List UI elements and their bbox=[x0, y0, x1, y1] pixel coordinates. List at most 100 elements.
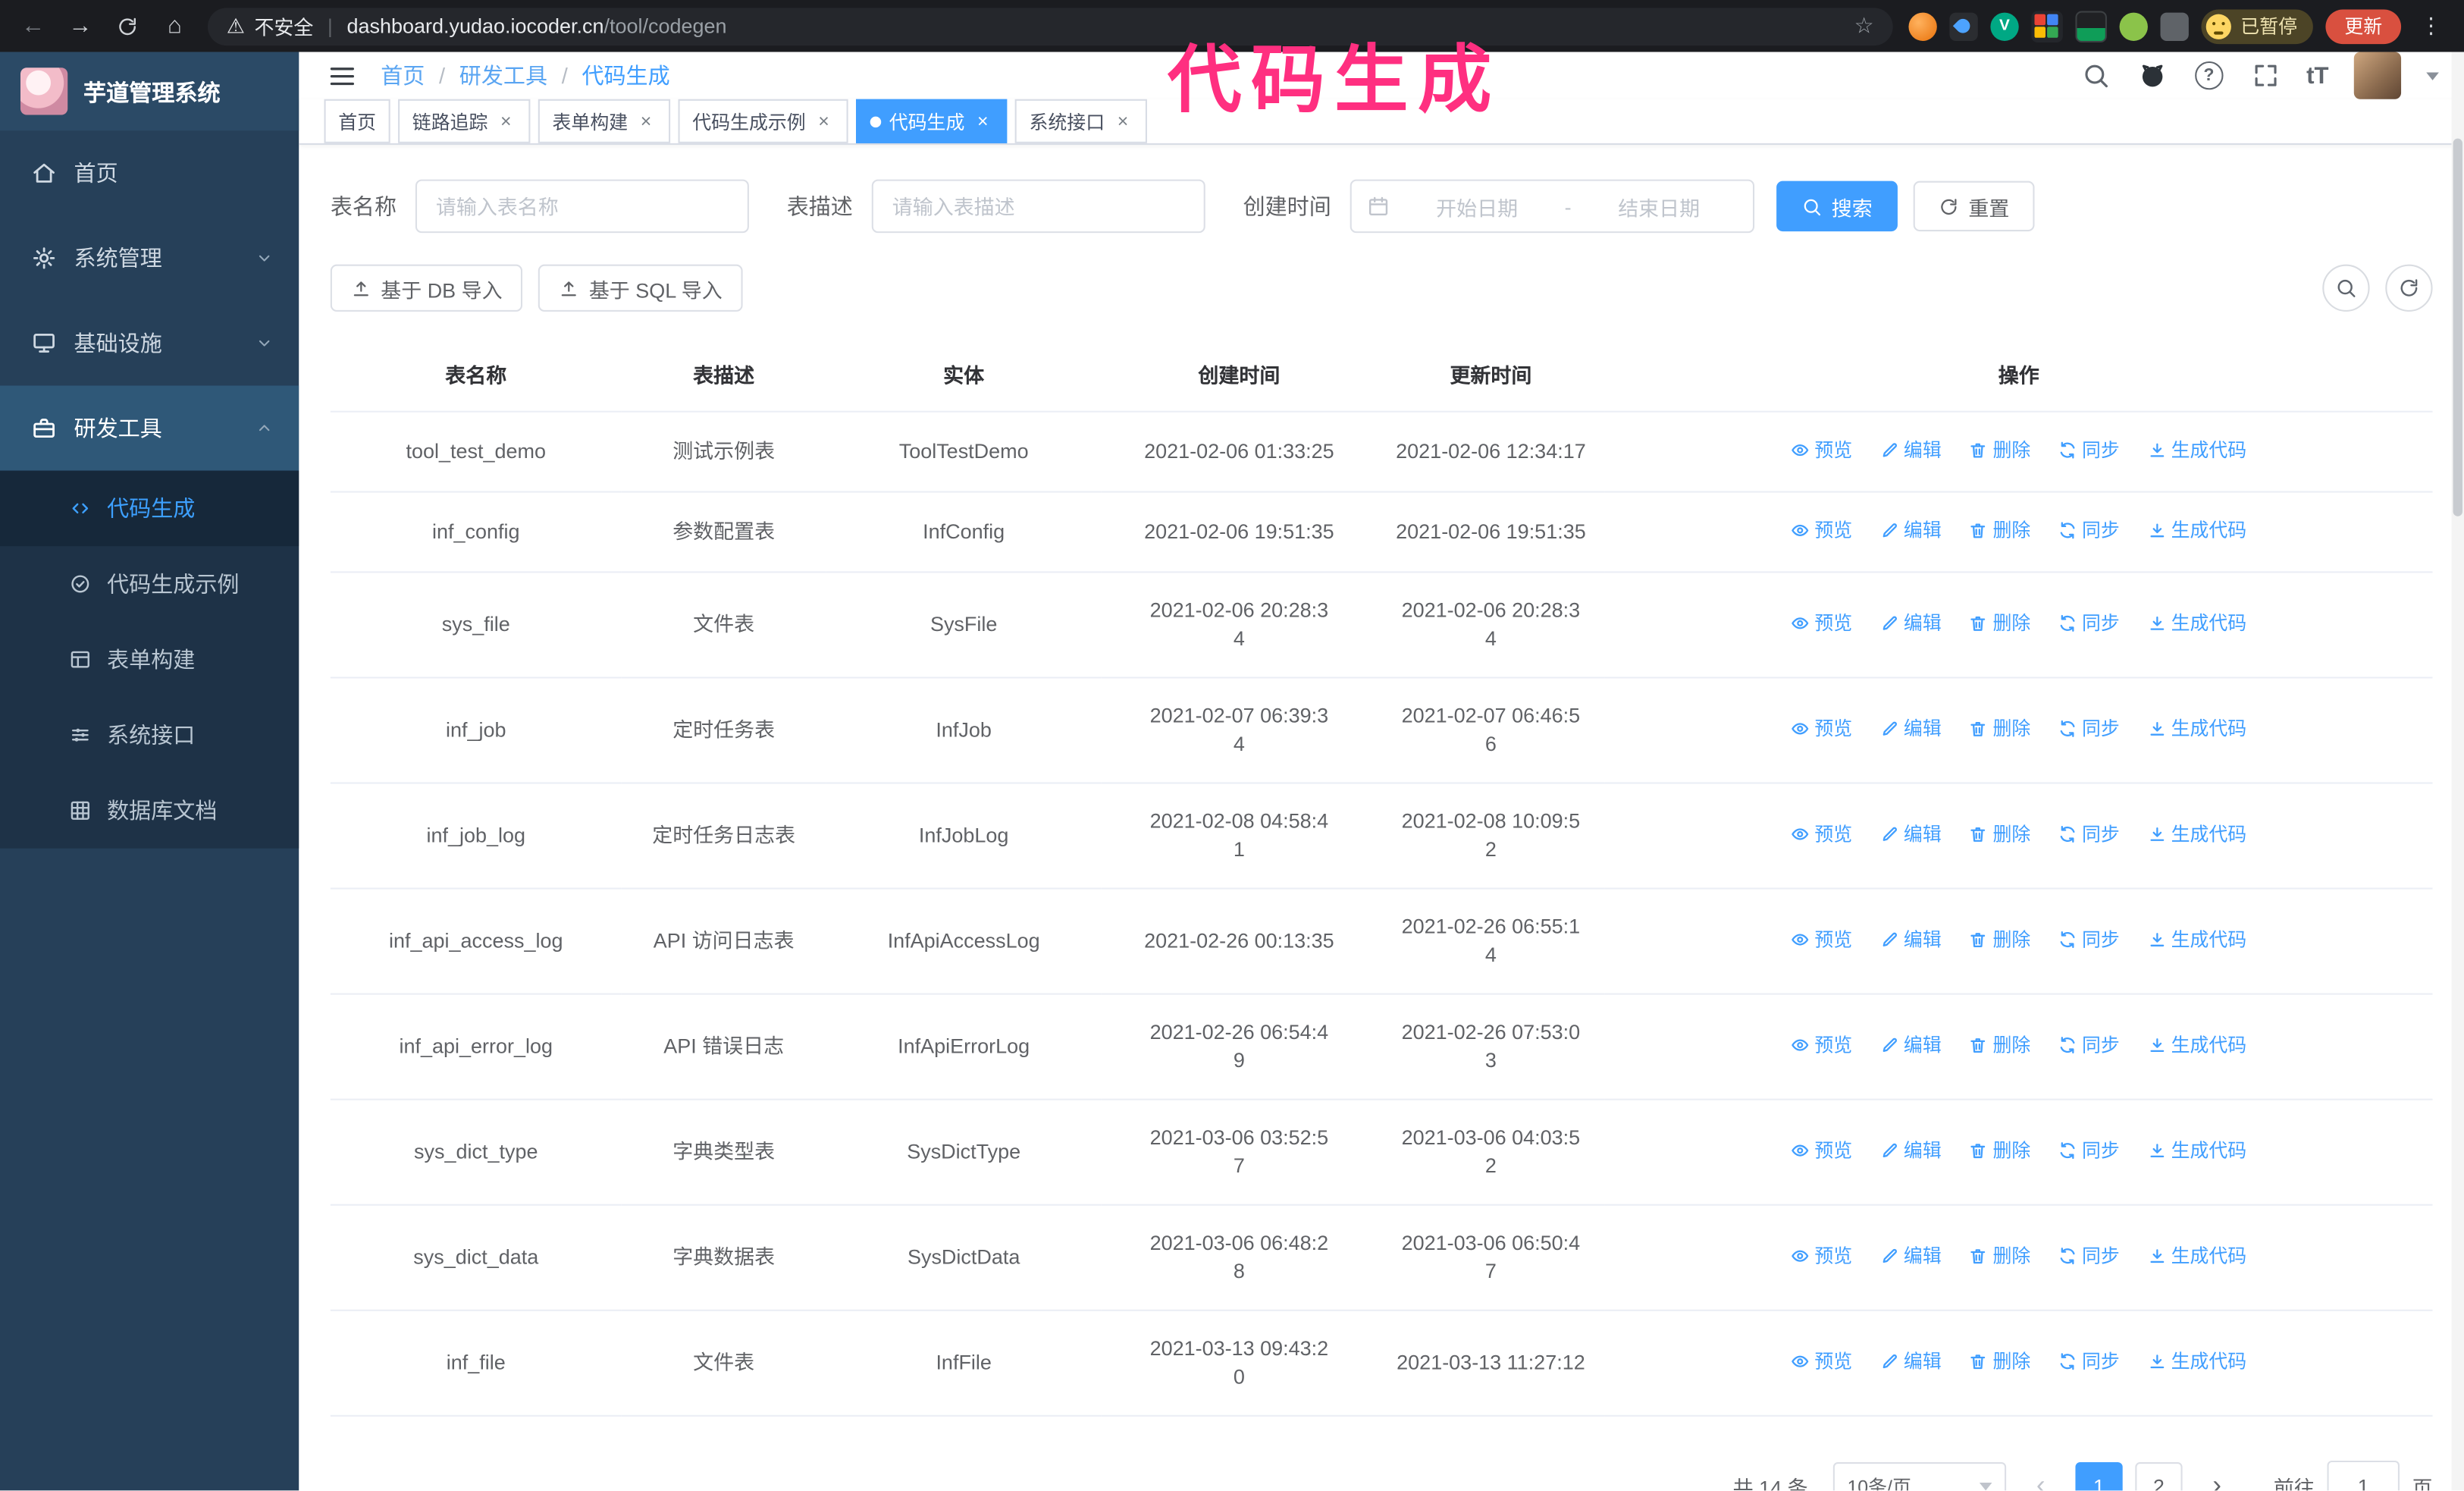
forward-icon[interactable]: → bbox=[63, 8, 98, 43]
breadcrumb-home[interactable]: 首页 bbox=[381, 60, 425, 92]
generate-code-link[interactable]: 生成代码 bbox=[2147, 1241, 2246, 1270]
delete-link[interactable]: 删除 bbox=[1969, 609, 2030, 637]
extension-icon-6[interactable] bbox=[2119, 11, 2148, 40]
url-host[interactable]: dashboard.yudao.iocoder.cn bbox=[346, 14, 603, 38]
delete-link[interactable]: 删除 bbox=[1969, 714, 2030, 742]
generate-code-link[interactable]: 生成代码 bbox=[2147, 1136, 2246, 1164]
sidebar-item-infra[interactable]: 基础设施 bbox=[0, 300, 299, 385]
preview-link[interactable]: 预览 bbox=[1791, 1136, 1852, 1164]
table-desc-input[interactable] bbox=[871, 179, 1205, 234]
sync-link[interactable]: 同步 bbox=[2058, 609, 2120, 637]
preview-link[interactable]: 预览 bbox=[1791, 1241, 1852, 1270]
page-button-2[interactable]: 2 bbox=[2135, 1462, 2183, 1491]
generate-code-link[interactable]: 生成代码 bbox=[2147, 609, 2246, 637]
collapse-menu-icon[interactable] bbox=[324, 58, 359, 93]
edit-link[interactable]: 编辑 bbox=[1880, 820, 1942, 848]
preview-link[interactable]: 预览 bbox=[1791, 516, 1852, 545]
search-button[interactable]: 搜索 bbox=[1776, 180, 1898, 232]
delete-link[interactable]: 删除 bbox=[1969, 1031, 2030, 1059]
sync-link[interactable]: 同步 bbox=[2058, 516, 2120, 545]
sync-link[interactable]: 同步 bbox=[2058, 436, 2120, 464]
delete-link[interactable]: 删除 bbox=[1969, 1241, 2030, 1270]
back-icon[interactable]: ← bbox=[16, 8, 51, 43]
app-logo[interactable]: 芋道管理系统 bbox=[0, 52, 299, 131]
edit-link[interactable]: 编辑 bbox=[1880, 1031, 1942, 1059]
import-db-button[interactable]: 基于 DB 导入 bbox=[330, 264, 523, 312]
preview-link[interactable]: 预览 bbox=[1791, 714, 1852, 742]
generate-code-link[interactable]: 生成代码 bbox=[2147, 714, 2246, 742]
preview-link[interactable]: 预览 bbox=[1791, 925, 1852, 953]
page-size-select[interactable]: 10条/页 bbox=[1832, 1462, 2007, 1491]
edit-link[interactable]: 编辑 bbox=[1880, 436, 1942, 464]
breadcrumb-devtools[interactable]: 研发工具 bbox=[459, 60, 547, 92]
close-icon[interactable]: × bbox=[1113, 110, 1133, 132]
page-button-1[interactable]: 1 bbox=[2075, 1462, 2123, 1491]
delete-link[interactable]: 删除 bbox=[1969, 925, 2030, 953]
extension-icon-7[interactable] bbox=[2160, 11, 2189, 40]
sync-link[interactable]: 同步 bbox=[2058, 1241, 2120, 1270]
url-path[interactable]: /tool/codegen bbox=[603, 14, 726, 38]
sync-link[interactable]: 同步 bbox=[2058, 714, 2120, 742]
generate-code-link[interactable]: 生成代码 bbox=[2147, 925, 2246, 953]
tab-codegen-example[interactable]: 代码生成示例 × bbox=[678, 99, 848, 143]
tab-codegen[interactable]: 代码生成 × bbox=[856, 99, 1008, 143]
close-icon[interactable]: × bbox=[973, 110, 993, 132]
preview-link[interactable]: 预览 bbox=[1791, 820, 1852, 848]
edit-link[interactable]: 编辑 bbox=[1880, 1241, 1942, 1270]
edit-link[interactable]: 编辑 bbox=[1880, 925, 1942, 953]
import-sql-button[interactable]: 基于 SQL 导入 bbox=[538, 264, 743, 312]
sync-link[interactable]: 同步 bbox=[2058, 925, 2120, 953]
preview-link[interactable]: 预览 bbox=[1791, 436, 1852, 464]
scrollbar-thumb[interactable] bbox=[2453, 138, 2463, 516]
generate-code-link[interactable]: 生成代码 bbox=[2147, 436, 2246, 464]
sidebar-item-db-doc[interactable]: 数据库文档 bbox=[0, 773, 299, 849]
tab-tracing[interactable]: 链路追踪 × bbox=[398, 99, 531, 143]
sidebar-item-codegen[interactable]: 代码生成 bbox=[0, 470, 299, 547]
github-icon[interactable] bbox=[2136, 60, 2168, 92]
sidebar-item-form-builder[interactable]: 表单构建 bbox=[0, 622, 299, 698]
reset-button[interactable]: 重置 bbox=[1913, 180, 2035, 232]
edit-link[interactable]: 编辑 bbox=[1880, 609, 1942, 637]
preview-link[interactable]: 预览 bbox=[1791, 1348, 1852, 1376]
toggle-search-button[interactable] bbox=[2322, 264, 2370, 312]
paused-badge[interactable]: 已暂停 bbox=[2201, 8, 2313, 44]
update-button[interactable]: 更新 bbox=[2325, 8, 2402, 44]
sidebar-item-home[interactable]: 首页 bbox=[0, 130, 299, 215]
user-avatar[interactable] bbox=[2353, 52, 2402, 99]
close-icon[interactable]: × bbox=[636, 110, 657, 132]
sync-link[interactable]: 同步 bbox=[2058, 1031, 2120, 1059]
preview-link[interactable]: 预览 bbox=[1791, 609, 1852, 637]
delete-link[interactable]: 删除 bbox=[1969, 516, 2030, 545]
header-search-icon[interactable] bbox=[2080, 60, 2111, 92]
edit-link[interactable]: 编辑 bbox=[1880, 1136, 1942, 1164]
extension-icon-2[interactable] bbox=[1949, 11, 1978, 40]
edit-link[interactable]: 编辑 bbox=[1880, 516, 1942, 545]
extension-icon-5[interactable] bbox=[2075, 10, 2107, 42]
edit-link[interactable]: 编辑 bbox=[1880, 1348, 1942, 1376]
avatar-caret-icon[interactable] bbox=[2426, 71, 2439, 80]
generate-code-link[interactable]: 生成代码 bbox=[2147, 820, 2246, 848]
sidebar-item-system[interactable]: 系统管理 bbox=[0, 215, 299, 300]
close-icon[interactable]: × bbox=[813, 110, 834, 132]
extension-icon-4[interactable] bbox=[2031, 10, 2063, 42]
refresh-table-button[interactable] bbox=[2385, 264, 2433, 312]
generate-code-link[interactable]: 生成代码 bbox=[2147, 516, 2246, 545]
edit-link[interactable]: 编辑 bbox=[1880, 714, 1942, 742]
sync-link[interactable]: 同步 bbox=[2058, 1136, 2120, 1164]
extension-icon-3[interactable]: V bbox=[1990, 11, 2019, 40]
sidebar-item-codegen-example[interactable]: 代码生成示例 bbox=[0, 546, 299, 622]
tab-system-api[interactable]: 系统接口 × bbox=[1014, 99, 1148, 143]
delete-link[interactable]: 删除 bbox=[1969, 1348, 2030, 1376]
delete-link[interactable]: 删除 bbox=[1969, 436, 2030, 464]
address-bar[interactable]: ⚠ 不安全 | dashboard.yudao.iocoder.cn /tool… bbox=[207, 7, 1893, 46]
extension-icon-1[interactable] bbox=[1908, 11, 1937, 40]
generate-code-link[interactable]: 生成代码 bbox=[2147, 1031, 2246, 1059]
home-icon[interactable]: ⌂ bbox=[158, 8, 193, 43]
tab-home[interactable]: 首页 bbox=[324, 99, 390, 143]
reload-icon[interactable] bbox=[110, 8, 145, 43]
goto-page-input[interactable] bbox=[2327, 1460, 2400, 1491]
preview-link[interactable]: 预览 bbox=[1791, 1031, 1852, 1059]
font-size-icon[interactable]: tT bbox=[2306, 60, 2328, 92]
generate-code-link[interactable]: 生成代码 bbox=[2147, 1348, 2246, 1376]
security-warning-label[interactable]: 不安全 bbox=[255, 11, 314, 41]
